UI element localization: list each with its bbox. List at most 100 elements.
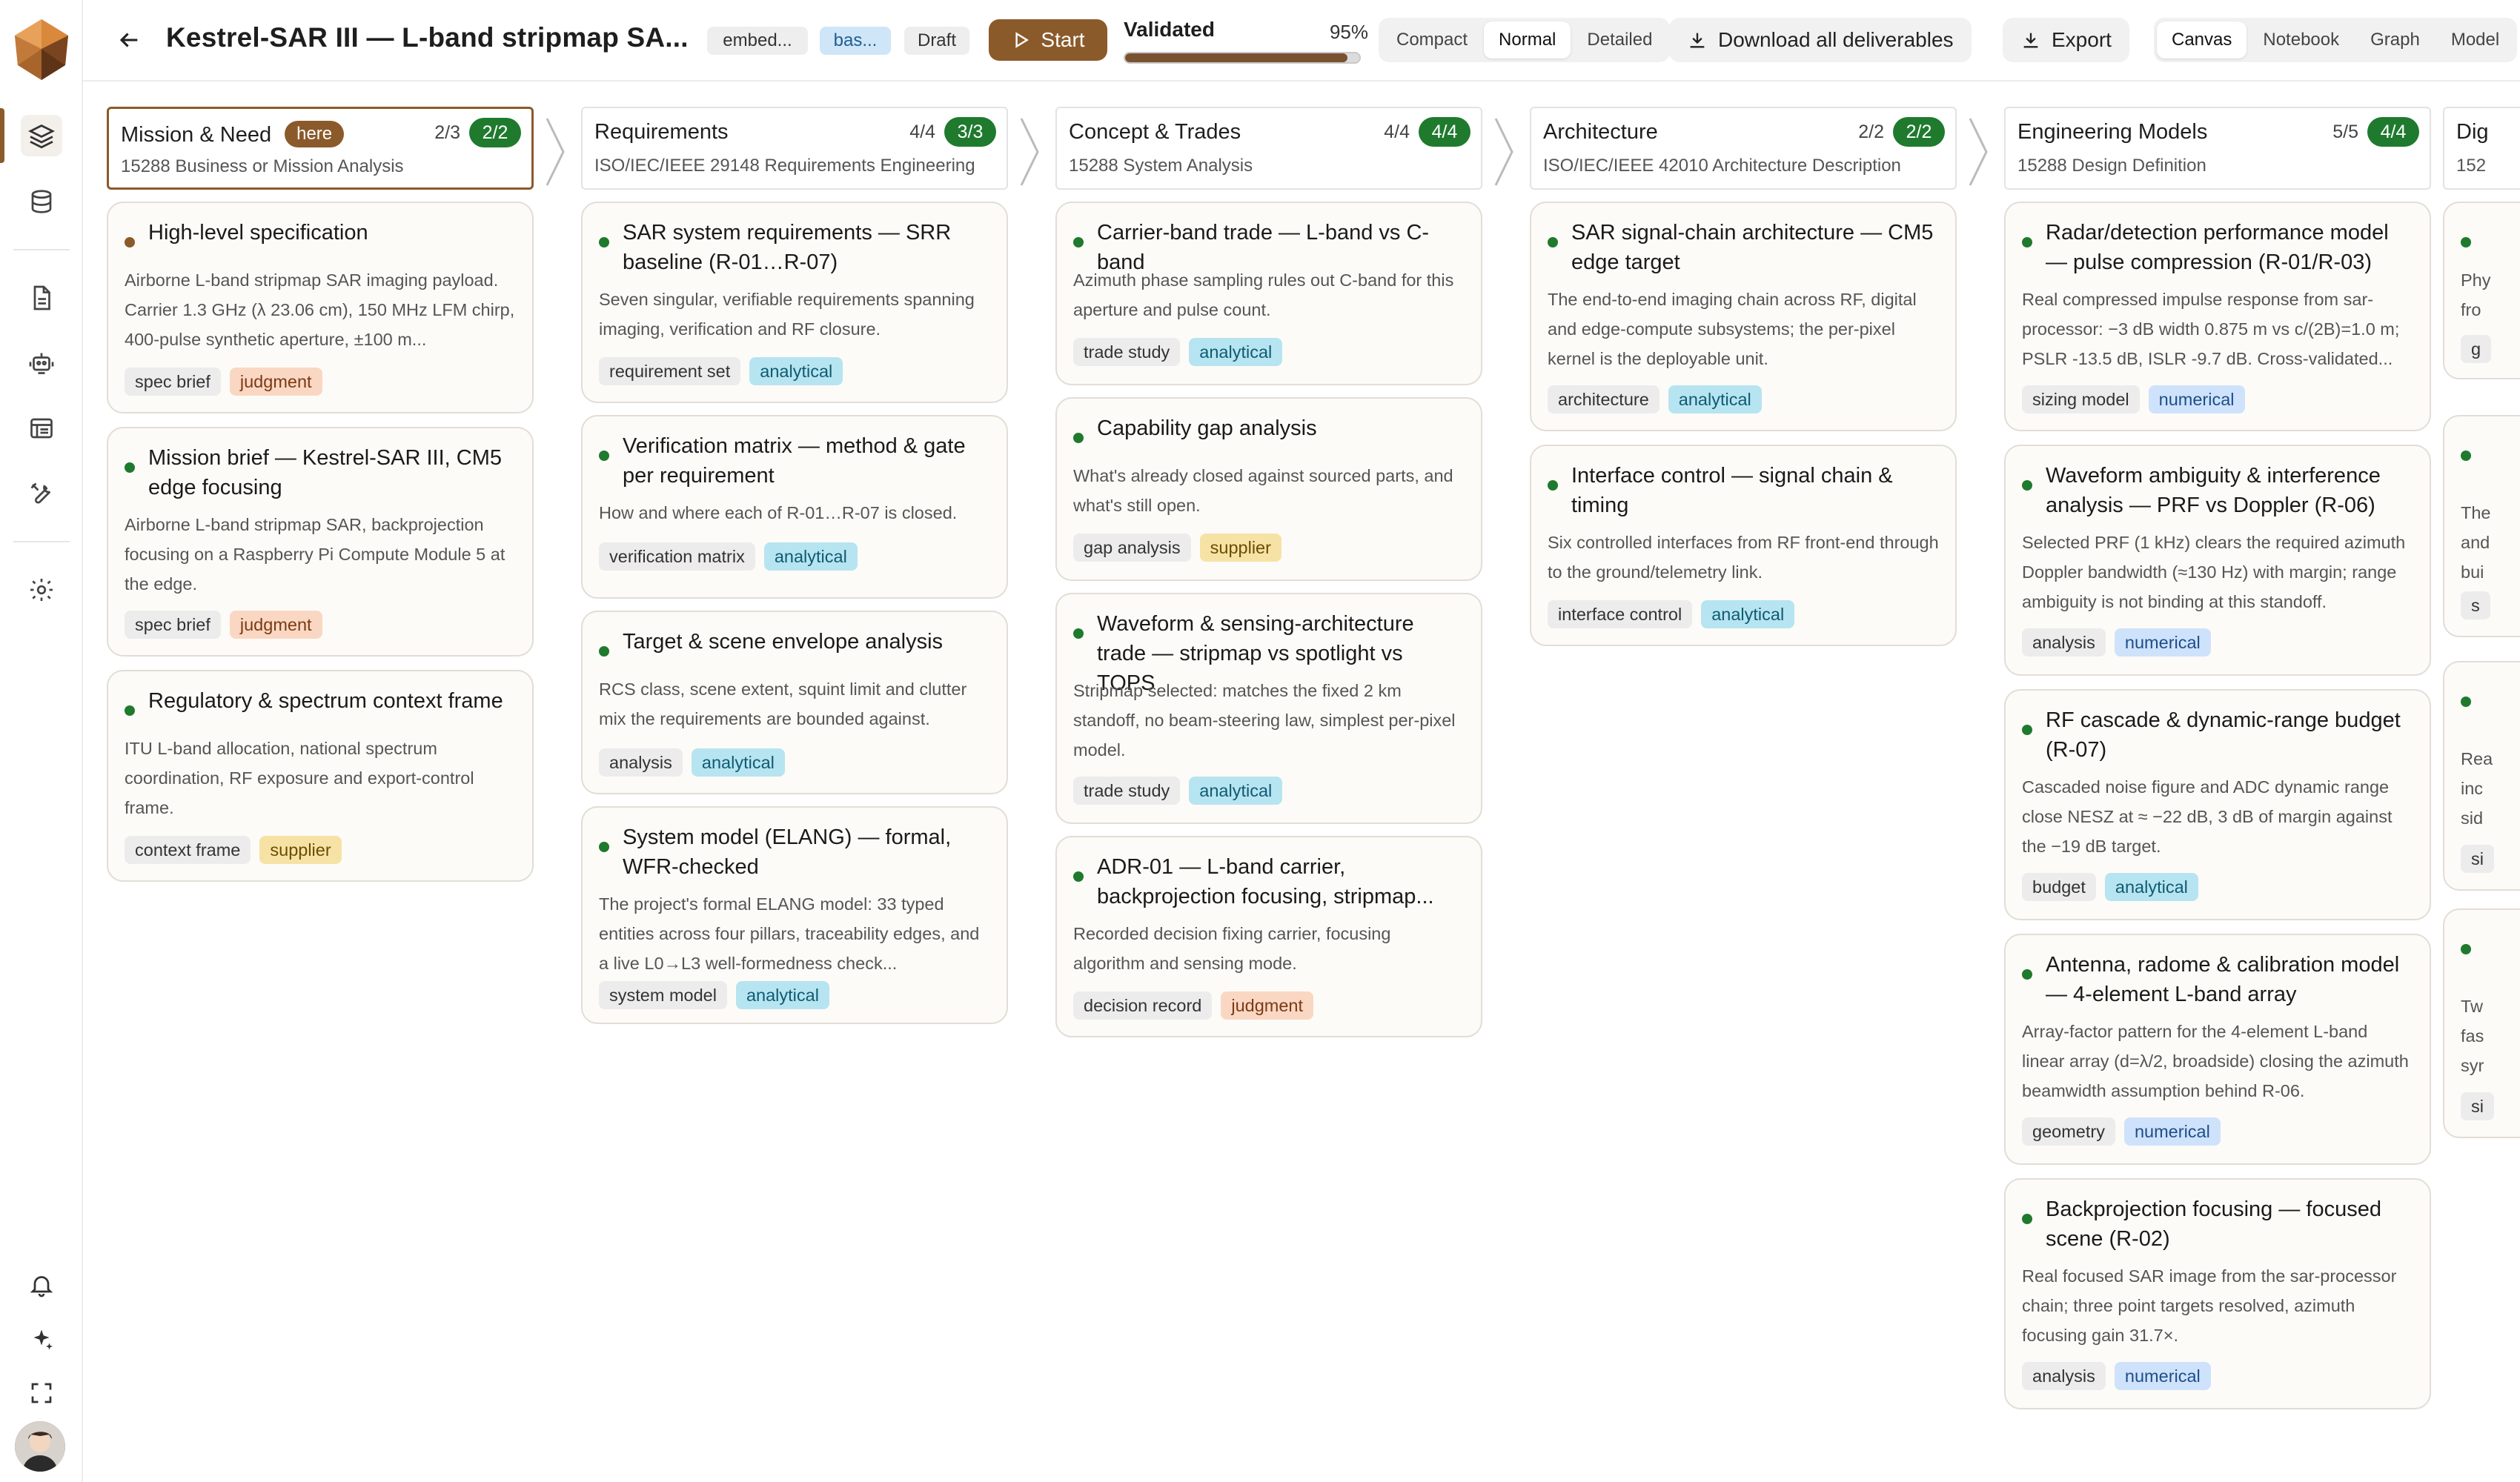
column-header[interactable]: Architecture 2/2 2/2 ISO/IEC/IEEE 42010 … [1530,107,1957,190]
sparkle-icon[interactable] [21,1319,62,1360]
card-title: Interface control — signal chain & timin… [1571,464,1893,517]
density-compact[interactable]: Compact [1382,21,1482,59]
card[interactable]: ADR-01 — L-band carrier, backprojection … [1055,836,1482,1037]
card-description: Array-factor pattern for the 4-element L… [2022,1022,2409,1100]
card[interactable]: Radar/detection performance model — puls… [2004,202,2431,431]
status-dot [2022,725,2032,735]
column-badge: 4/4 [2367,117,2419,147]
document-icon[interactable] [21,277,62,319]
column-header[interactable]: Engineering Models 5/5 4/4 15288 Design … [2004,107,2431,190]
status-dot [599,451,609,461]
density-detailed[interactable]: Detailed [1572,21,1667,59]
card[interactable]: High-level specification Airborne L-band… [107,202,534,413]
basis-tag: judgment [229,611,322,639]
card[interactable]: SAR signal-chain architecture — CM5 edge… [1530,202,1957,431]
view-graph[interactable]: Graph [2355,21,2435,59]
card-title: Target & scene envelope analysis [623,630,944,654]
card[interactable]: System model (ELANG) — formal, WFR-check… [581,806,1008,1024]
view-notebook[interactable]: Notebook [2248,21,2354,59]
type-tag: si [2461,845,2494,873]
app-logo-icon[interactable] [10,16,73,82]
column-header[interactable]: Dig 152 [2443,107,2520,190]
download-all-button[interactable]: Download all deliverables [1669,18,1972,62]
card[interactable]: RF cascade & dynamic-range budget (R-07)… [2004,689,2431,920]
card-description: Selected PRF (1 kHz) clears the required… [2022,533,2406,611]
top-bar: Kestrel-SAR III — L-band stripmap SA... … [83,0,2520,82]
card[interactable]: Waveform ambiguity & interference analys… [2004,445,2431,676]
page-title: Kestrel-SAR III — L-band stripmap SA... [166,22,689,53]
draft-status-chip[interactable]: Draft [904,27,969,55]
card-description: How and where each of R-01…R-07 is close… [599,503,958,522]
embed-chip[interactable]: embed... [707,27,808,55]
card-description: Tw fas syr [2461,997,2484,1075]
card-description: Six controlled interfaces from RF front-… [1548,533,1939,582]
basis-tag: analytical [691,748,785,777]
tools-icon[interactable] [21,473,62,514]
validated-label: Validated [1124,18,1215,41]
status-dot [2022,480,2032,491]
basis-tag: analytical [1189,338,1283,366]
card-title: Capability gap analysis [1097,416,1317,440]
card[interactable]: Waveform & sensing-architecture trade — … [1055,593,1482,824]
export-button[interactable]: Export [2003,18,2129,62]
avatar[interactable] [15,1421,65,1472]
here-badge: here [285,121,345,147]
start-button[interactable]: Start [989,19,1107,61]
status-dot [2461,237,2471,247]
board-icon[interactable] [21,408,62,449]
card[interactable]: Tw fas syr si [2443,908,2520,1138]
card[interactable]: SAR system requirements — SRR baseline (… [581,202,1008,403]
layers-icon[interactable] [21,115,62,156]
type-tag: architecture [1548,385,1659,413]
column-header[interactable]: Requirements 4/4 3/3 ISO/IEC/IEEE 29148 … [581,107,1008,190]
left-rail [0,0,83,1482]
type-tag: requirement set [599,357,741,385]
card[interactable]: Phy fro g [2443,202,2520,379]
card[interactable]: Capability gap analysis What's already c… [1055,397,1482,581]
robot-icon[interactable] [21,342,62,384]
column-standard: 15288 Business or Mission Analysis [121,156,404,176]
status-dot [2461,697,2471,707]
basis-tag: numerical [2114,1362,2211,1390]
view-canvas[interactable]: Canvas [2157,21,2247,59]
basis-tag: analytical [2104,873,2198,901]
back-arrow-icon[interactable] [113,24,145,56]
card-title: Waveform ambiguity & interference analys… [2046,464,2381,517]
chevron-right-icon [1494,118,1513,186]
column-title: Mission & Need [121,123,272,147]
type-tag: geometry [2022,1117,2115,1146]
card[interactable]: The and bui s [2443,415,2520,637]
column-header[interactable]: Concept & Trades 4/4 4/4 15288 System An… [1055,107,1482,190]
type-tag: verification matrix [599,542,755,571]
card[interactable]: Mission brief — Kestrel-SAR III, CM5 edg… [107,427,534,657]
column-standard: ISO/IEC/IEEE 42010 Architecture Descript… [1543,156,1901,176]
view-model[interactable]: Model [2436,21,2514,59]
basis-tag: supplier [1199,534,1281,562]
bell-icon[interactable] [21,1264,62,1306]
baseline-chip[interactable]: bas... [820,27,891,55]
card[interactable]: Carrier-band trade — L-band vs C-band Az… [1055,202,1482,385]
density-normal[interactable]: Normal [1484,21,1571,59]
column-header[interactable]: Mission & Need here 2/3 2/2 15288 Busines… [107,107,534,190]
validated-track [1124,52,1361,64]
download-label: Download all deliverables [1718,28,1954,51]
card[interactable]: Regulatory & spectrum context frame ITU … [107,670,534,882]
card-title: Regulatory & spectrum context frame [148,689,503,713]
type-tag: analysis [2022,1362,2106,1390]
column-badge: 3/3 [944,117,996,147]
card[interactable]: Antenna, radome & calibration model — 4-… [2004,934,2431,1165]
card[interactable]: Verification matrix — method & gate per … [581,415,1008,599]
expand-icon[interactable] [21,1372,62,1414]
type-tag: spec brief [125,368,221,396]
card[interactable]: Backprojection focusing — focused scene … [2004,1178,2431,1409]
type-tag: analysis [2022,628,2106,657]
start-label: Start [1041,28,1085,51]
card-title: Radar/detection performance model — puls… [2046,221,2389,274]
card[interactable]: Rea inc sid si [2443,661,2520,891]
basis-tag: judgment [229,368,322,396]
database-icon[interactable] [21,181,62,222]
gear-icon[interactable] [21,569,62,611]
card[interactable]: Target & scene envelope analysis RCS cla… [581,611,1008,794]
card[interactable]: Interface control — signal chain & timin… [1530,445,1957,646]
type-tag: context frame [125,836,251,864]
